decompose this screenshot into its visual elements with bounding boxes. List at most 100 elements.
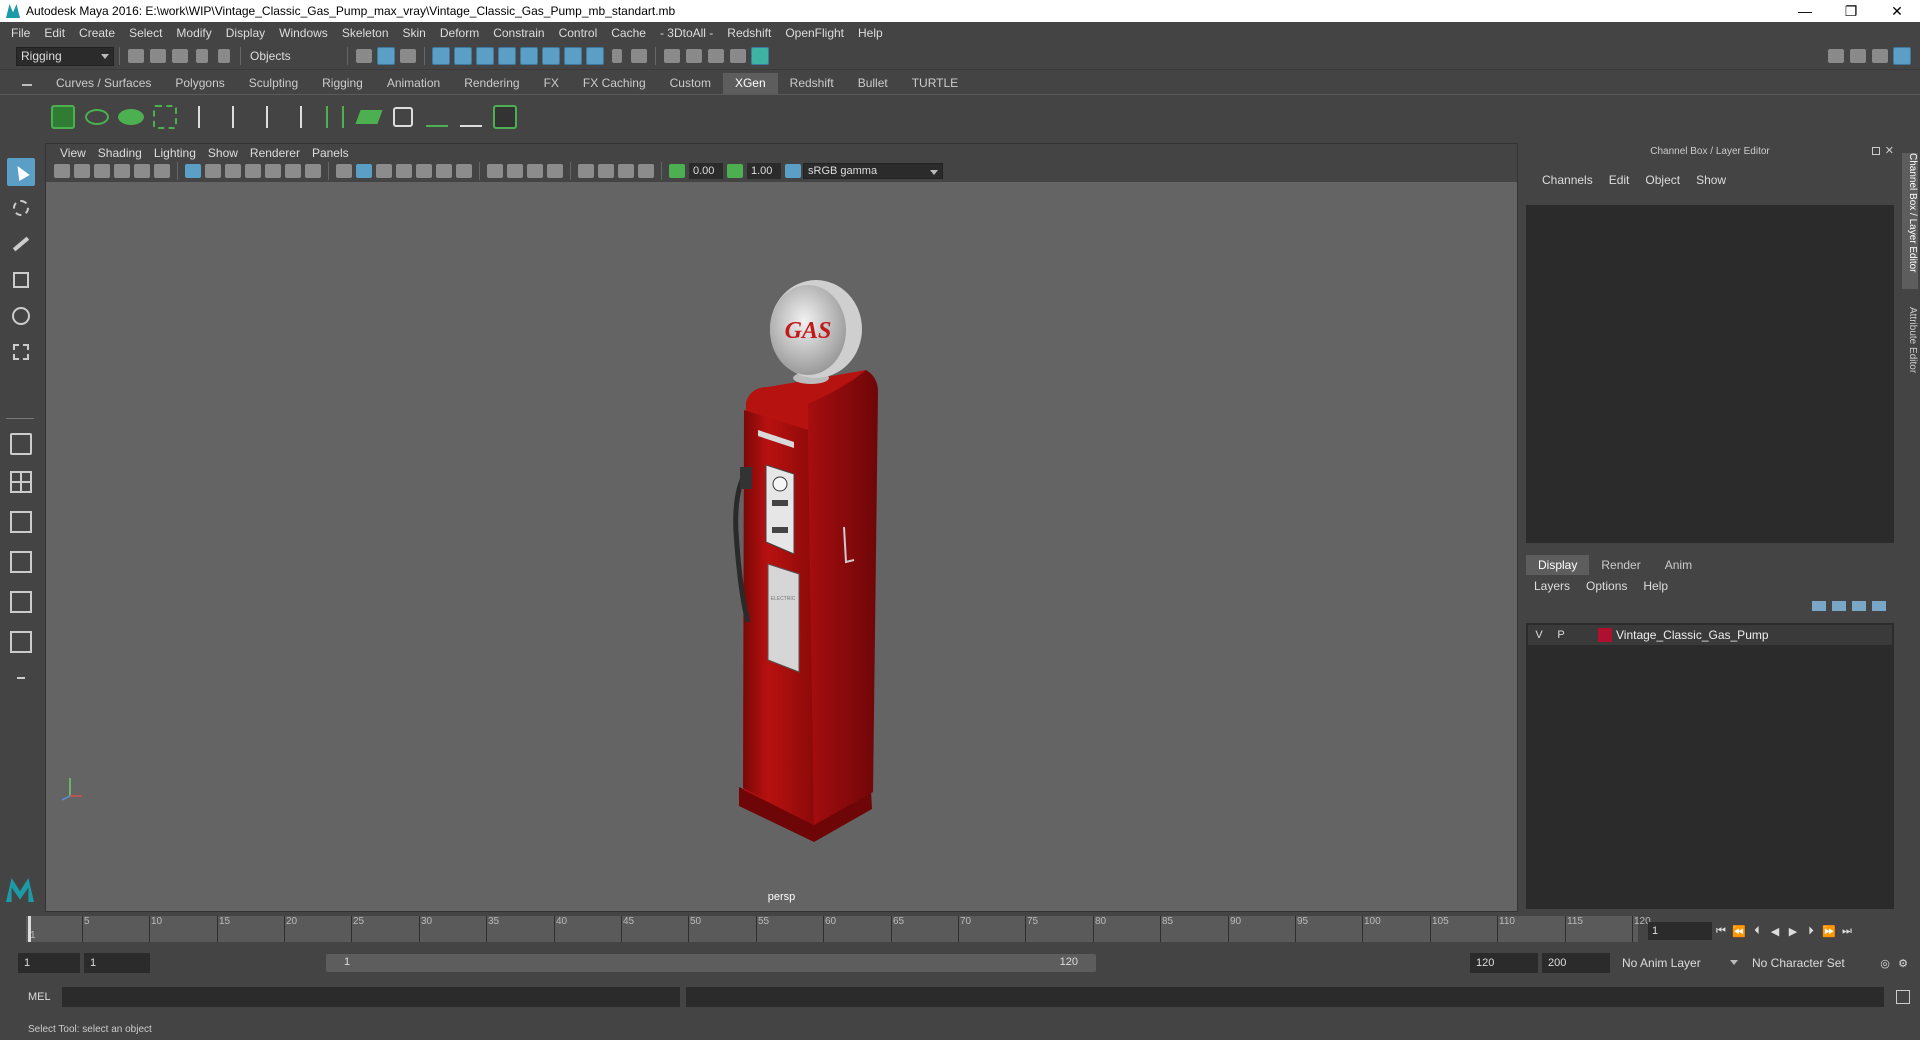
tab-custom[interactable]: Custom — [658, 73, 723, 94]
tab-display[interactable]: Display — [1526, 555, 1590, 575]
playback-end-field[interactable]: 120 — [1470, 953, 1538, 973]
close-button[interactable]: ✕ — [1874, 0, 1920, 22]
four-view-layout-icon[interactable] — [7, 468, 35, 496]
go-to-end-icon[interactable]: ⏭ — [1838, 922, 1856, 940]
ambient-occlusion-icon[interactable] — [487, 164, 503, 178]
help-menu[interactable]: Help — [1635, 579, 1676, 597]
xgen-lock-guide-icon[interactable] — [287, 101, 315, 133]
isolate-select-icon[interactable] — [578, 164, 594, 178]
move-layer-down-icon[interactable] — [1832, 601, 1846, 611]
menu-edit[interactable]: Edit — [37, 26, 72, 40]
xgen-grass-icon[interactable] — [423, 101, 451, 133]
current-time-indicator[interactable] — [28, 916, 31, 942]
animation-preferences-icon[interactable]: ⚙ — [1894, 954, 1912, 972]
menu-modify[interactable]: Modify — [169, 26, 218, 40]
mask-deformers-icon[interactable] — [541, 46, 561, 66]
move-layer-up-icon[interactable] — [1812, 601, 1826, 611]
render-settings-icon[interactable] — [728, 46, 748, 66]
mask-dynamics-icon[interactable] — [563, 46, 583, 66]
side-tab-attribute-editor[interactable]: Attribute Editor — [1902, 307, 1918, 397]
open-scene-icon[interactable] — [148, 46, 168, 66]
tab-curves-surfaces[interactable]: Curves / Surfaces — [44, 73, 163, 94]
menu-control[interactable]: Control — [552, 26, 605, 40]
scale-tool-icon[interactable] — [7, 338, 35, 366]
xgen-selected-tool-icon[interactable] — [491, 101, 519, 133]
exposure-field[interactable]: 0.00 — [689, 163, 723, 179]
use-all-lights-icon[interactable] — [436, 164, 452, 178]
viewport-menu-show[interactable]: Show — [202, 146, 244, 160]
side-tab-channel-box[interactable]: Channel Box / Layer Editor — [1902, 153, 1918, 289]
redo-icon[interactable] — [214, 46, 234, 66]
layer-color-swatch[interactable] — [1598, 628, 1612, 642]
tab-turtle[interactable]: TURTLE — [900, 73, 970, 94]
time-slider[interactable]: 1 5 10 15 20 25 30 35 40 45 50 55 60 65 70 75 80 85 90 95 10… — [22, 912, 1651, 946]
grid-icon[interactable] — [185, 164, 201, 178]
highlight-selection-icon[interactable] — [629, 46, 649, 66]
menu-constrain[interactable]: Constrain — [486, 26, 551, 40]
channel-box-toggle-icon[interactable] — [1892, 46, 1912, 66]
gamma-icon[interactable] — [727, 164, 743, 178]
render-view-icon[interactable] — [662, 46, 682, 66]
lock-icon[interactable] — [607, 46, 627, 66]
minimize-button[interactable]: — — [1782, 0, 1828, 22]
go-to-start-icon[interactable]: ⏮ — [1712, 922, 1730, 940]
xgen-guides-to-curves-icon[interactable] — [321, 101, 349, 133]
viewport-menu-view[interactable]: View — [54, 146, 92, 160]
grease-pencil-icon[interactable] — [154, 164, 170, 178]
3d-scene[interactable]: ELECTRIC GAS persp — [46, 182, 1517, 911]
gate-mask-icon[interactable] — [245, 164, 261, 178]
shadows-icon[interactable] — [456, 164, 472, 178]
color-management-icon[interactable] — [785, 164, 801, 178]
xgen-sculpt-guide-icon[interactable] — [219, 101, 247, 133]
play-backwards-icon[interactable]: ◀ — [1766, 922, 1784, 940]
channel-box-area[interactable] — [1526, 205, 1894, 543]
default-material-icon[interactable] — [376, 164, 392, 178]
menu-3dtoall[interactable]: - 3DtoAll - — [653, 26, 720, 40]
lasso-tool-icon[interactable] — [7, 194, 35, 222]
two-d-pan-icon[interactable] — [134, 164, 150, 178]
safe-action-icon[interactable] — [285, 164, 301, 178]
menu-windows[interactable]: Windows — [272, 26, 335, 40]
select-hierarchy-icon[interactable] — [354, 46, 374, 66]
tab-fx-caching[interactable]: FX Caching — [571, 73, 658, 94]
outliner-layout-icon[interactable] — [7, 628, 35, 656]
save-scene-icon[interactable] — [170, 46, 190, 66]
image-plane-icon[interactable] — [114, 164, 130, 178]
textured-icon[interactable] — [416, 164, 432, 178]
menu-create[interactable]: Create — [72, 26, 122, 40]
layer-name[interactable]: Vintage_Classic_Gas_Pump — [1616, 628, 1769, 642]
mask-handles-icon[interactable] — [453, 46, 473, 66]
show-menu[interactable]: Show — [1688, 173, 1734, 187]
mask-all-icon[interactable] — [431, 46, 451, 66]
new-layer-icon[interactable] — [1872, 601, 1886, 611]
selection-mask-dropdown[interactable]: Objects — [246, 46, 342, 66]
playback-start-field[interactable]: 1 — [84, 953, 150, 973]
camera-select-icon[interactable] — [54, 164, 70, 178]
viewport-menu-renderer[interactable]: Renderer — [244, 146, 306, 160]
tool-settings-toggle-icon[interactable] — [1870, 46, 1890, 66]
layer-visibility-toggle[interactable]: V — [1528, 629, 1550, 641]
single-perspective-layout-icon[interactable] — [7, 430, 35, 458]
tab-fx[interactable]: FX — [532, 73, 571, 94]
xgen-editor-icon[interactable] — [49, 101, 77, 133]
anim-layer-dropdown[interactable]: No Anim Layer — [1618, 953, 1742, 973]
range-slider-handle[interactable]: 1 120 — [326, 954, 1096, 972]
xgen-bend-guide-icon[interactable] — [253, 101, 281, 133]
anti-aliasing-icon[interactable] — [527, 164, 543, 178]
options-menu[interactable]: Options — [1578, 579, 1635, 597]
tab-bullet[interactable]: Bullet — [846, 73, 900, 94]
command-language-label[interactable]: MEL — [28, 991, 62, 1003]
tab-sculpting[interactable]: Sculpting — [237, 73, 310, 94]
expand-layouts-icon[interactable] — [7, 664, 35, 692]
hypershade-icon[interactable] — [750, 46, 770, 66]
layers-menu[interactable]: Layers — [1526, 579, 1578, 597]
attribute-editor-toggle-icon[interactable] — [1848, 46, 1868, 66]
persp-outliner-layout-icon[interactable] — [7, 508, 35, 536]
float-panel-icon[interactable] — [1872, 147, 1880, 155]
menu-select[interactable]: Select — [122, 26, 169, 40]
xray-components-icon[interactable] — [638, 164, 654, 178]
tab-polygons[interactable]: Polygons — [163, 73, 236, 94]
undo-icon[interactable] — [192, 46, 212, 66]
menu-openflight[interactable]: OpenFlight — [778, 26, 851, 40]
modeling-toolkit-icon[interactable] — [1826, 46, 1846, 66]
